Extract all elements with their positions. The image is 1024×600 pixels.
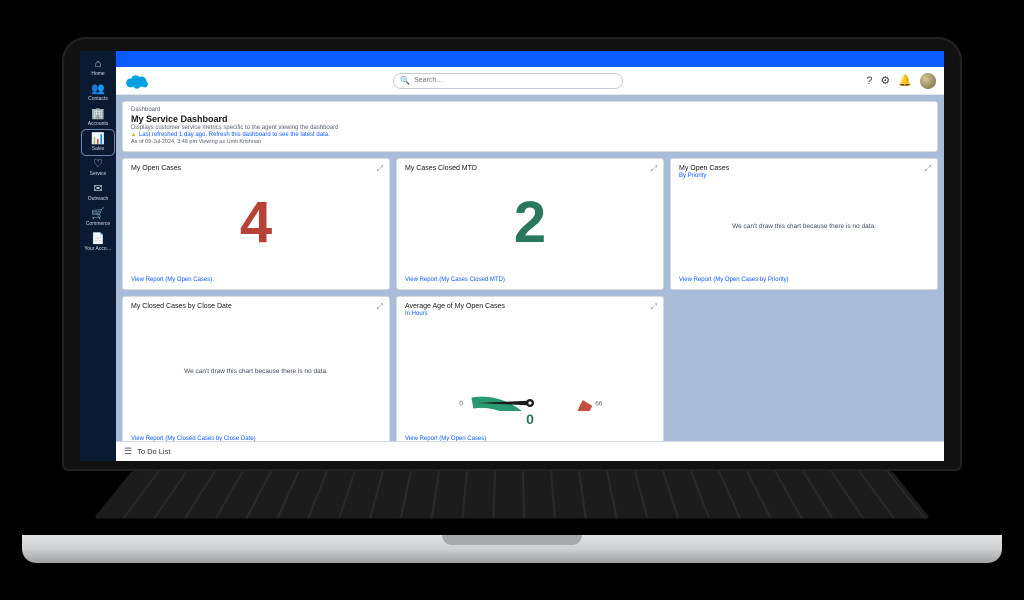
dashboard-header: Dashboard My Service Dashboard Displays …: [122, 101, 938, 152]
view-report-link[interactable]: View Report (My Cases Closed MTD): [405, 277, 505, 283]
dashboard-kicker: Dashboard: [131, 107, 929, 113]
view-report-link[interactable]: View Report (My Open Cases): [131, 277, 212, 283]
menu-icon[interactable]: ☰: [124, 446, 132, 457]
todo-bar[interactable]: ☰ To Do List: [116, 441, 944, 461]
nav-item-label: Sales: [92, 146, 105, 152]
card-subtitle: In Hours: [405, 311, 655, 317]
svg-text:0: 0: [459, 400, 463, 407]
settings-icon[interactable]: ⚙: [880, 74, 890, 87]
global-search[interactable]: 🔍: [393, 73, 623, 89]
todo-label: To Do List: [137, 447, 170, 456]
expand-icon[interactable]: ⤢: [377, 164, 383, 174]
laptop-screen: ⌂Home👥Contacts🏢Accounts📊Sales♡Service✉Ou…: [80, 51, 944, 461]
nav-item-sales[interactable]: 📊Sales: [82, 130, 114, 155]
card-subtitle: By Priority: [679, 173, 929, 179]
card-title: My Open Cases: [679, 165, 929, 172]
card-title: My Closed Cases by Close Date: [131, 303, 381, 310]
dashboard-canvas: Dashboard My Service Dashboard Displays …: [116, 95, 944, 461]
contacts-icon: 👥: [91, 84, 105, 95]
nav-item-label: Service: [90, 171, 107, 177]
card-open-cases: ⤢ My Open Cases 4 View Report (My Open C…: [122, 158, 390, 290]
card-title: Average Age of My Open Cases: [405, 303, 655, 310]
commerce-icon: 🛒: [91, 209, 105, 220]
card-title: My Cases Closed MTD: [405, 165, 655, 172]
view-report-link[interactable]: View Report (My Open Cases by Priority): [679, 277, 789, 283]
nav-item-label: Commerce: [86, 221, 110, 227]
salesforce-logo: [124, 72, 150, 90]
gauge-value: 0: [450, 411, 610, 427]
salesforce-app: ⌂Home👥Contacts🏢Accounts📊Sales♡Service✉Ou…: [80, 51, 944, 461]
card-closed-mtd: ⤢ My Cases Closed MTD 2 View Report (My …: [396, 158, 664, 290]
nav-item-label: Contacts: [88, 96, 108, 102]
left-nav-rail: ⌂Home👥Contacts🏢Accounts📊Sales♡Service✉Ou…: [80, 51, 116, 461]
nav-item-label: Outreach: [88, 196, 109, 202]
help-icon[interactable]: ?: [866, 75, 872, 87]
nav-item-accounts[interactable]: 🏢Accounts: [82, 105, 114, 130]
dashboard-subtitle: Displays customer service metrics specif…: [131, 125, 929, 131]
search-input[interactable]: [414, 77, 616, 84]
expand-icon[interactable]: ⤢: [651, 302, 657, 312]
outreach-icon: ✉: [93, 184, 102, 195]
no-data-message: We can't draw this chart because there i…: [732, 223, 876, 230]
dashboard-grid: ⤢ My Open Cases 4 View Report (My Open C…: [122, 158, 938, 449]
metric-value: 4: [240, 194, 272, 252]
card-closed-by-date: ⤢ My Closed Cases by Close Date We can't…: [122, 296, 390, 449]
laptop-keyboard: [94, 471, 931, 518]
top-bar: 🔍 ? ⚙ 🔔: [116, 67, 944, 95]
nav-item-your-acc[interactable]: 📄Your Acco…: [82, 230, 114, 255]
dashboard-title: My Service Dashboard: [131, 114, 929, 124]
card-title: My Open Cases: [131, 165, 381, 172]
accounts-icon: 🏢: [91, 109, 105, 120]
dashboard-asof: As of 09-Jul-2024, 3:48 pm Viewing as Um…: [131, 139, 929, 145]
main-column: 🔍 ? ⚙ 🔔 Dashboard My Se: [116, 51, 944, 461]
no-data-message: We can't draw this chart because there i…: [184, 368, 328, 375]
nav-item-label: Home: [91, 71, 104, 77]
sales-icon: 📊: [91, 134, 105, 145]
card-open-by-priority: ⤢ My Open Cases By Priority We can't dra…: [670, 158, 938, 290]
nav-item-commerce[interactable]: 🛒Commerce: [82, 205, 114, 230]
expand-icon[interactable]: ⤢: [377, 302, 383, 312]
expand-icon[interactable]: ⤢: [925, 164, 931, 174]
your-acc-icon: 📄: [91, 234, 105, 245]
laptop-bezel: ⌂Home👥Contacts🏢Accounts📊Sales♡Service✉Ou…: [62, 37, 962, 471]
top-utility-icons: ? ⚙ 🔔: [866, 73, 936, 89]
user-avatar[interactable]: [920, 73, 936, 89]
nav-item-label: Accounts: [88, 121, 109, 127]
dashboard-refresh-warning[interactable]: Last refreshed 1 day ago. Refresh this d…: [131, 132, 929, 138]
metric-value: 2: [514, 194, 546, 252]
laptop-frame: ⌂Home👥Contacts🏢Accounts📊Sales♡Service✉Ou…: [62, 37, 962, 563]
nav-item-label: Your Acco…: [84, 246, 111, 252]
search-icon: 🔍: [400, 76, 410, 85]
gauge-chart: 018.236.454.666 0: [450, 323, 610, 427]
card-avg-age: ⤢ Average Age of My Open Cases In Hours …: [396, 296, 664, 449]
laptop-notch: [442, 535, 582, 545]
home-icon: ⌂: [95, 59, 102, 70]
nav-item-service[interactable]: ♡Service: [82, 155, 114, 180]
nav-item-contacts[interactable]: 👥Contacts: [82, 80, 114, 105]
notifications-icon[interactable]: 🔔: [898, 74, 912, 87]
brand-bar: [116, 51, 944, 67]
service-icon: ♡: [93, 159, 103, 170]
nav-item-home[interactable]: ⌂Home: [82, 55, 114, 80]
expand-icon[interactable]: ⤢: [651, 164, 657, 174]
nav-item-outreach[interactable]: ✉Outreach: [82, 180, 114, 205]
laptop-base: [22, 535, 1002, 563]
svg-text:66: 66: [595, 400, 603, 407]
